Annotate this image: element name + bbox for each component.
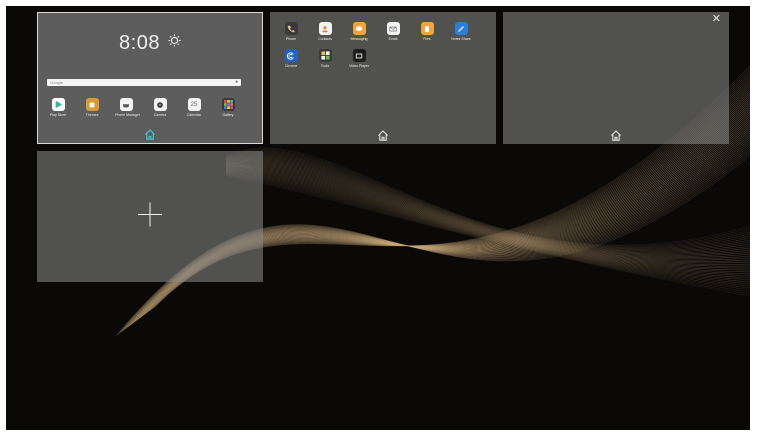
clock-widget: 8:08 (38, 30, 262, 55)
video-player-icon (352, 49, 366, 62)
phone-manager-icon (119, 98, 133, 111)
app-themes[interactable]: Themes (81, 98, 103, 117)
app-gallery[interactable]: Gallery (217, 98, 239, 117)
app-label: Email (388, 37, 398, 41)
home-screen-page-1[interactable]: 8:08 Google ● Play Store Themes Phone Mana… (37, 12, 263, 144)
app-messaging[interactable]: Messaging (348, 22, 370, 41)
themes-icon (85, 98, 99, 111)
tools-icon (318, 49, 332, 62)
launcher-editing-screen: 8:08 Google ● Play Store Themes Phone Mana… (6, 6, 750, 430)
home-screen-page-3[interactable]: ✕ (503, 12, 729, 144)
app-label: Chrome (284, 64, 298, 68)
app-phone-manager[interactable]: Phone Manager (115, 98, 140, 117)
calendar-icon: 25 (187, 98, 201, 111)
email-icon (386, 22, 400, 35)
app-browser[interactable]: Chrome (280, 49, 302, 68)
app-label: Camera (153, 113, 167, 117)
set-home-icon[interactable] (377, 129, 390, 142)
app-phone[interactable]: Phone (280, 22, 302, 41)
files-icon (420, 22, 434, 35)
app-label: Calendar (186, 113, 202, 117)
browser-icon (284, 49, 298, 62)
close-icon[interactable]: ✕ (712, 14, 721, 25)
app-label: Phone Manager (115, 113, 140, 117)
mic-icon[interactable]: ● (235, 79, 238, 86)
weather-sun-icon (168, 30, 181, 53)
app-video-player[interactable]: Video Player (348, 49, 370, 68)
app-label: Gallery (222, 113, 234, 117)
home-icon[interactable] (144, 128, 157, 141)
app-label: Video Player (349, 64, 369, 68)
gallery-icon (221, 98, 235, 111)
app-label: Contacts (318, 37, 332, 41)
app-label: Themes (85, 113, 99, 117)
calendar-date: 25 (190, 101, 198, 108)
app-label: Messaging (350, 37, 368, 41)
app-calendar[interactable]: 25 Calendar (183, 98, 205, 117)
app-camera[interactable]: Camera (149, 98, 171, 117)
search-bar[interactable]: Google ● (47, 79, 241, 86)
app-label: Phone (285, 37, 297, 41)
app-label: Tools (320, 64, 330, 68)
app-tools[interactable]: Tools (314, 49, 336, 68)
add-page-button[interactable] (37, 151, 263, 282)
app-label: Notes Share (451, 37, 471, 41)
app-label: Files (423, 37, 431, 41)
app-play-store[interactable]: Play Store (47, 98, 69, 117)
play-store-icon (51, 98, 65, 111)
app-notes-share[interactable]: Notes Share (450, 22, 472, 41)
contacts-icon (318, 22, 332, 35)
app-contacts[interactable]: Contacts (314, 22, 336, 41)
plus-icon (137, 201, 163, 232)
phone-icon (284, 22, 298, 35)
messaging-icon (352, 22, 366, 35)
app-label: Play Store (49, 113, 67, 117)
app-email[interactable]: Email (382, 22, 404, 41)
clock-time: 8:08 (119, 32, 160, 54)
search-placeholder: Google (50, 80, 63, 85)
set-home-icon[interactable] (610, 129, 623, 142)
notes-share-icon (454, 22, 468, 35)
home-screen-page-2[interactable]: Phone Contacts Messaging Email Files Notes Sh… (270, 12, 496, 144)
app-files[interactable]: Files (416, 22, 438, 41)
camera-icon (153, 98, 167, 111)
